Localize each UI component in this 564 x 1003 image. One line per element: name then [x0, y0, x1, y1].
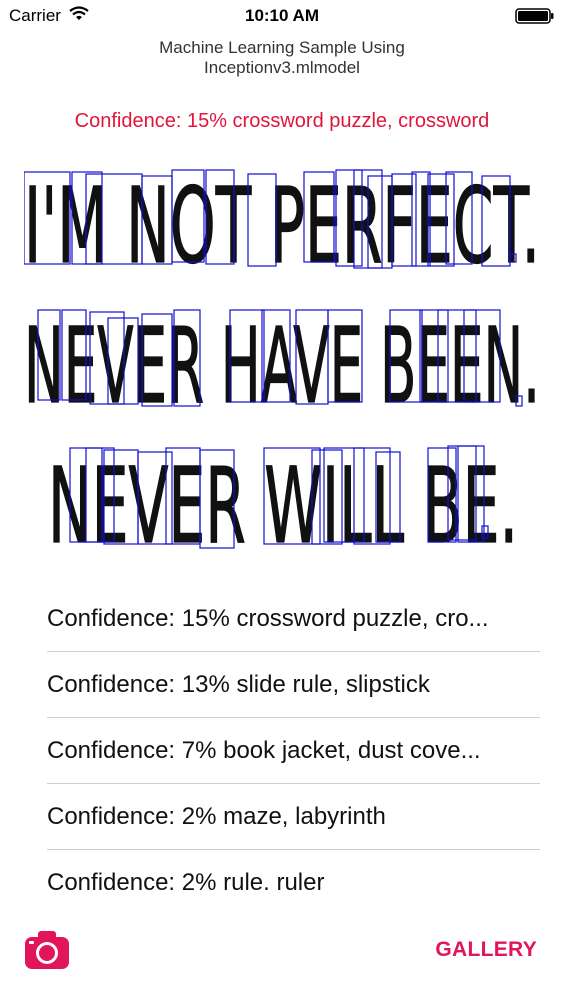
top-prediction-label: Confidence: 15% crossword puzzle, crossw… [74, 110, 490, 132]
bottom-toolbar: GALLERY [0, 920, 564, 980]
camera-button[interactable] [24, 930, 70, 970]
battery-icon [515, 8, 555, 24]
analyzed-image: I'M NOT PERFECT. NEVER HAVE BEEN. NEVER … [24, 158, 540, 558]
status-time: 10:10 AM [244, 6, 319, 25]
app-title-line2: Inceptionv3.mlmodel [204, 58, 360, 77]
results-list[interactable]: Confidence: 15% crossword puzzle, cro...… [47, 586, 540, 890]
result-item[interactable]: Confidence: 13% slide rule, slipstick [47, 652, 540, 718]
camera-icon [25, 931, 69, 969]
result-item[interactable]: Confidence: 2% rule, ruler [47, 850, 540, 890]
result-item[interactable]: Confidence: 2% maze, labyrinth [47, 784, 540, 850]
result-item[interactable]: Confidence: 15% crossword puzzle, cro... [47, 586, 540, 652]
app-title-line1: Machine Learning Sample Using [159, 38, 405, 57]
gallery-button[interactable]: GALLERY [435, 938, 537, 962]
image-text-line2: NEVER HAVE BEEN. [24, 305, 540, 427]
app-title: Machine Learning Sample Using Inceptionv… [0, 38, 564, 78]
status-bar: Carrier 10:10 AM [0, 0, 564, 32]
result-item[interactable]: Confidence: 7% book jacket, dust cove... [47, 718, 540, 784]
